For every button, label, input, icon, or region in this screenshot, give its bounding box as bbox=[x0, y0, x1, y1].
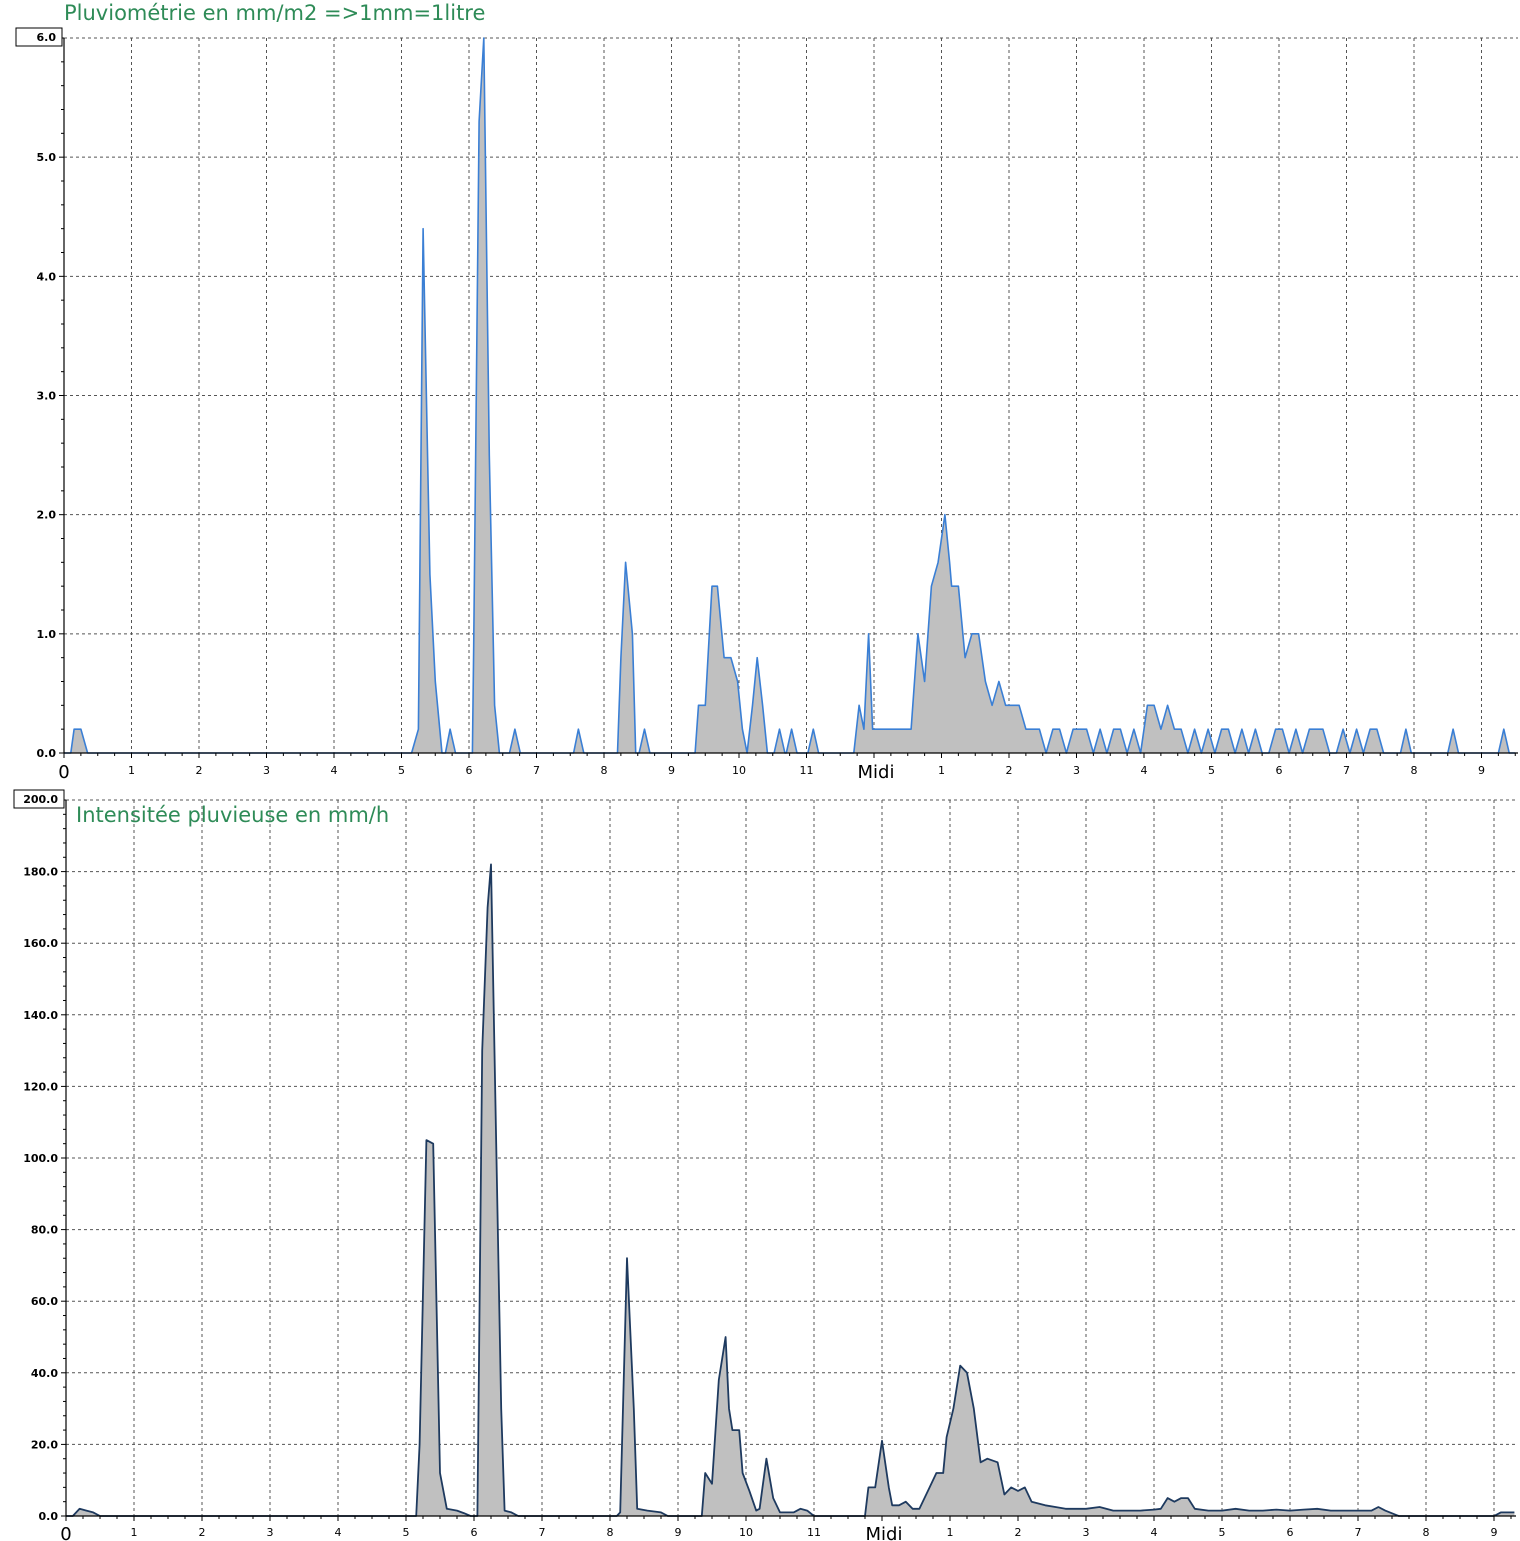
x-tick-labels: 0 1 2 3 4 5 6 7 8 9 10 11 Midi 1 2 3 4 5 6 7 8 9 bbox=[58, 762, 1485, 783]
x-tick-label: 7 bbox=[1355, 1526, 1362, 1539]
x-tick-label: 7 bbox=[539, 1526, 546, 1539]
x-tick-label: 7 bbox=[1343, 764, 1350, 777]
x-tick-label: 4 bbox=[335, 1526, 342, 1539]
x-tick-label: 1 bbox=[131, 1526, 138, 1539]
x-tick-label: 11 bbox=[807, 1526, 821, 1539]
chart-title: Intensitée pluvieuse en mm/h bbox=[76, 803, 389, 827]
x-tick-label: 2 bbox=[1006, 764, 1013, 777]
x-tick-label: 4 bbox=[1141, 764, 1148, 777]
x-tick-label: 11 bbox=[800, 764, 814, 777]
x-tick-label: 2 bbox=[196, 764, 203, 777]
x-tick-label: 8 bbox=[607, 1526, 614, 1539]
y-tick-label: 6.0 bbox=[37, 31, 57, 44]
x-tick-label: 4 bbox=[1151, 1526, 1158, 1539]
x-tick-label: 8 bbox=[1423, 1526, 1430, 1539]
y-tick-label: 160.0 bbox=[23, 937, 58, 950]
x-tick-label: 1 bbox=[128, 764, 135, 777]
x-tick-label: 9 bbox=[1478, 764, 1485, 777]
x-tick-label: 2 bbox=[1015, 1526, 1022, 1539]
y-tick-label: 140.0 bbox=[23, 1009, 58, 1022]
y-tick-label: 20.0 bbox=[31, 1438, 58, 1451]
x-tick-label: 6 bbox=[1276, 764, 1283, 777]
x-tick-label: Midi bbox=[866, 1524, 903, 1541]
y-tick-label: 4.0 bbox=[37, 270, 57, 283]
x-tick-label: 8 bbox=[1411, 764, 1418, 777]
x-tick-label: 6 bbox=[466, 764, 473, 777]
y-tick-label: 1.0 bbox=[37, 628, 57, 641]
x-tick-label: 10 bbox=[739, 1526, 753, 1539]
x-tick-label: 0 bbox=[60, 1524, 71, 1541]
x-tick-label: 8 bbox=[601, 764, 608, 777]
x-tick-label: 3 bbox=[263, 764, 270, 777]
y-tick-label: 40.0 bbox=[31, 1367, 58, 1380]
x-tick-label: 0 bbox=[58, 762, 69, 783]
x-tick-label: 6 bbox=[1287, 1526, 1294, 1539]
y-tick-label: 2.0 bbox=[37, 509, 57, 522]
x-tick-label: 9 bbox=[668, 764, 675, 777]
y-tick-label: 60.0 bbox=[31, 1295, 58, 1308]
y-tick-label: 3.0 bbox=[37, 390, 57, 403]
y-tick-label: 100.0 bbox=[23, 1152, 58, 1165]
x-tick-label: 5 bbox=[398, 764, 405, 777]
x-tick-label: 3 bbox=[1083, 1526, 1090, 1539]
x-tick-label: 1 bbox=[947, 1526, 954, 1539]
x-tick-label: 2 bbox=[199, 1526, 206, 1539]
y-tick-label: 180.0 bbox=[23, 866, 58, 879]
y-tick-label: 5.0 bbox=[37, 151, 57, 164]
x-tick-label: 6 bbox=[471, 1526, 478, 1539]
y-tick-labels: 0.0 1.0 2.0 3.0 4.0 5.0 6.0 bbox=[15, 27, 63, 760]
x-tick-label: 10 bbox=[732, 764, 746, 777]
rainfall-intensity-chart: 0.0 20.0 40.0 60.0 80.0 100.0 120.0 140.0 160.0 1… bbox=[13, 789, 1516, 1541]
x-tick-label: 9 bbox=[675, 1526, 682, 1539]
x-tick-label: 4 bbox=[331, 764, 338, 777]
rainfall-amount-chart: 0.0 1.0 2.0 3.0 4.0 5.0 6.0 0 1 2 3 4 5 6 7 8 9 10 11 Midi… bbox=[15, 1, 1518, 783]
y-tick-label: 0.0 bbox=[37, 747, 57, 760]
x-tick-labels: 0 1 2 3 4 5 6 7 8 9 10 11 Midi 1 2 3 4 5 6 7 8 9 bbox=[60, 1524, 1497, 1541]
chart-title: Pluviométrie en mm/m2 =>1mm=1litre bbox=[64, 1, 485, 25]
x-tick-label: 1 bbox=[938, 764, 945, 777]
x-tick-label: 3 bbox=[267, 1526, 274, 1539]
y-tick-labels: 0.0 20.0 40.0 60.0 80.0 100.0 120.0 140.0 160.0 1… bbox=[13, 789, 65, 1523]
y-tick-label: 200.0 bbox=[23, 793, 58, 806]
x-tick-label: 9 bbox=[1491, 1526, 1498, 1539]
y-tick-label: 120.0 bbox=[23, 1080, 58, 1093]
x-tick-label: 5 bbox=[1219, 1526, 1226, 1539]
x-tick-label: 7 bbox=[533, 764, 540, 777]
y-tick-label: 0.0 bbox=[39, 1510, 59, 1523]
x-tick-label: Midi bbox=[858, 762, 895, 783]
x-tick-label: 5 bbox=[403, 1526, 410, 1539]
x-tick-label: 3 bbox=[1073, 764, 1080, 777]
x-tick-label: 5 bbox=[1208, 764, 1215, 777]
y-tick-label: 80.0 bbox=[31, 1224, 58, 1237]
rainfall-charts: 0.01.02.03.04.05.06.0 0 1 2 3 4 5 6 7 8 9 10 11 Midi… bbox=[13, 1, 1518, 1541]
